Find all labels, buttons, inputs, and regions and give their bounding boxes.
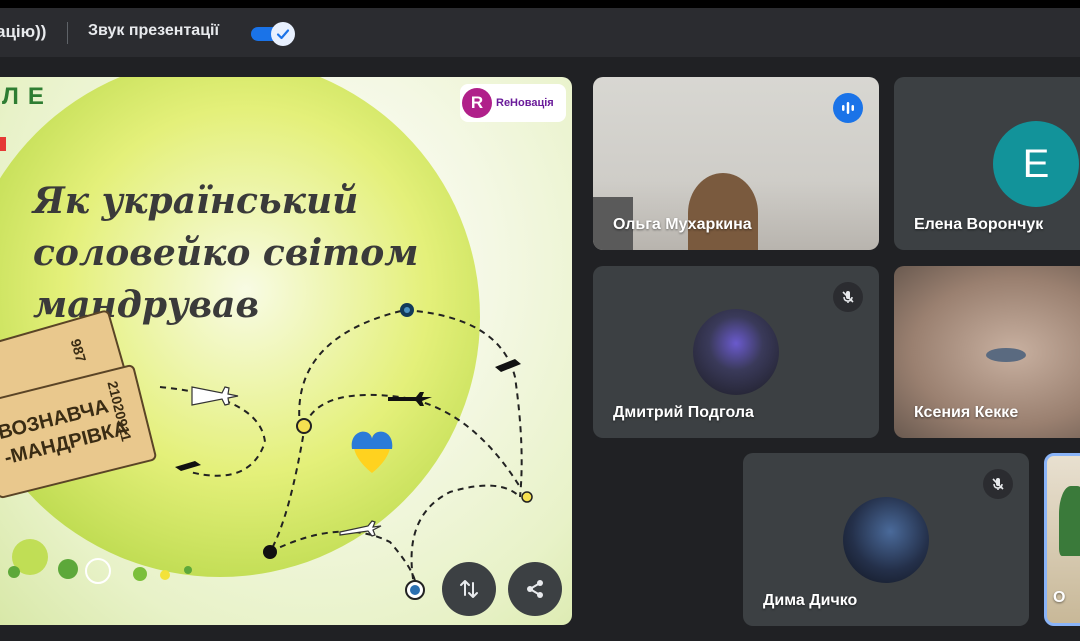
- presentation-sound-toggle[interactable]: [251, 22, 295, 46]
- participant-name: Елена Ворончук: [914, 216, 1044, 233]
- participant-tile[interactable]: О: [1044, 453, 1080, 626]
- participant-tile[interactable]: Ольга Мухаркина: [593, 77, 879, 250]
- participant-tile[interactable]: Ксения Кекке: [894, 266, 1080, 438]
- share-button[interactable]: [508, 562, 562, 616]
- presentation-sound-label: Звук презентації: [88, 22, 219, 39]
- swap-vertical-icon: [460, 580, 478, 598]
- participant-name: Ольга Мухаркина: [613, 216, 752, 233]
- audio-level-icon: [833, 93, 863, 123]
- participant-name: Дима Дичко: [763, 592, 858, 609]
- divider: [67, 22, 68, 44]
- check-icon: [271, 22, 295, 46]
- stop-presentation-label[interactable]: ацію)): [0, 22, 46, 42]
- swap-layout-button[interactable]: [442, 562, 496, 616]
- avatar: [693, 309, 779, 395]
- avatar: E: [993, 121, 1079, 207]
- participant-name: Дмитрий Подгола: [613, 404, 754, 421]
- mic-off-icon: [983, 469, 1013, 499]
- top-strip: [0, 0, 1080, 8]
- mic-off-icon: [833, 282, 863, 312]
- participant-video: [986, 348, 1026, 362]
- participant-tile[interactable]: Дима Дичко: [743, 453, 1029, 626]
- presentation-top-bar: ацію)) Звук презентації: [0, 8, 1080, 57]
- participant-name: О: [1053, 589, 1066, 606]
- participant-tile[interactable]: Дмитрий Подгола: [593, 266, 879, 438]
- presentation-slide: ЛЕ R ReНовація Як український соловейко …: [0, 77, 572, 625]
- share-icon: [527, 580, 543, 598]
- plant: [1059, 486, 1080, 556]
- participant-name: Ксения Кекке: [914, 404, 1019, 421]
- avatar: [843, 497, 929, 583]
- participant-video: [688, 173, 758, 250]
- participant-tile[interactable]: E Елена Ворончук: [894, 77, 1080, 250]
